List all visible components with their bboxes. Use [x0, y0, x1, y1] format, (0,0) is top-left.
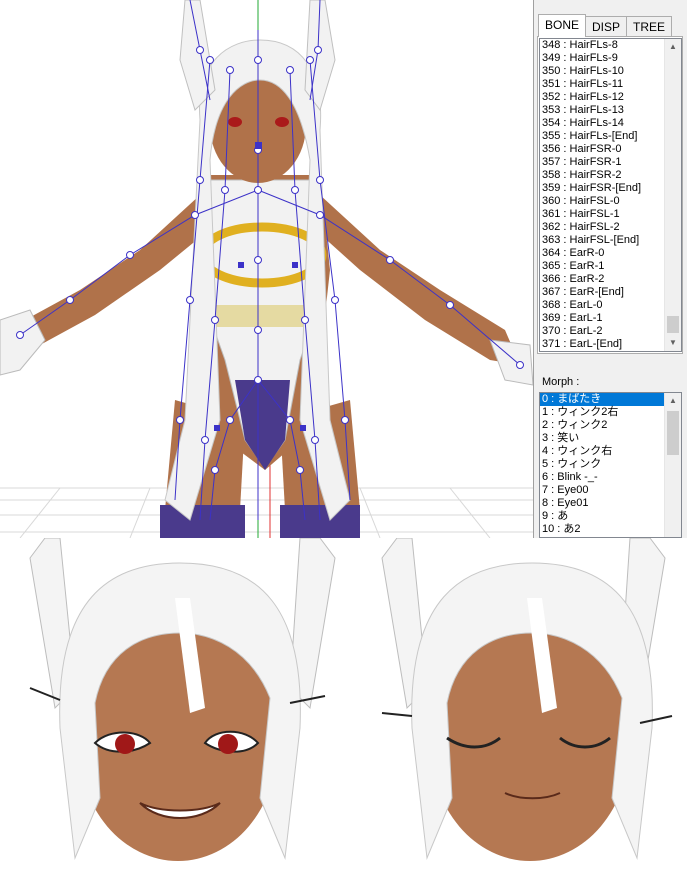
bone-list-item[interactable]: 361 : HairFSL-1 [540, 208, 664, 221]
morph-list-item[interactable]: 5 : ウィンク [540, 458, 664, 471]
tab-bone[interactable]: BONE [538, 14, 587, 37]
bone-list-item[interactable]: 368 : EarL-0 [540, 299, 664, 312]
morph-list-item[interactable]: 3 : 笑い [540, 432, 664, 445]
morph-list-item[interactable]: 4 : ウィンク右 [540, 445, 664, 458]
morph-list-item[interactable]: 7 : Eye00 [540, 484, 664, 497]
bone-list-scrollbar[interactable]: ▲ ▼ [664, 39, 681, 351]
bone-list-item[interactable]: 349 : HairFLs-9 [540, 52, 664, 65]
morph-list[interactable]: 0 : まばたき 1 : ウィンク2右 2 : ウィンク2 3 : 笑い 4 :… [539, 392, 682, 538]
bone-list-item[interactable]: 370 : EarL-2 [540, 325, 664, 338]
bone-list-item[interactable]: 366 : EarR-2 [540, 273, 664, 286]
morph-list-item-selected[interactable]: 0 : まばたき [540, 393, 664, 406]
morph-list-item[interactable]: 1 : ウィンク2右 [540, 406, 664, 419]
bone-list-item[interactable]: 359 : HairFSR-[End] [540, 182, 664, 195]
bone-list-item[interactable]: 353 : HairFLs-13 [540, 104, 664, 117]
morph-list-item[interactable]: 8 : Eye01 [540, 497, 664, 510]
morph-list-scrollbar[interactable]: ▲ [664, 393, 681, 537]
bone-list-item[interactable]: 364 : EarR-0 [540, 247, 664, 260]
bone-list-item[interactable]: 356 : HairFSR-0 [540, 143, 664, 156]
bone-list-item[interactable]: 360 : HairFSL-0 [540, 195, 664, 208]
bone-list-item[interactable]: 355 : HairFLs-[End] [540, 130, 664, 143]
bone-list-item[interactable]: 369 : EarL-1 [540, 312, 664, 325]
bone-list-item[interactable]: 363 : HairFSL-[End] [540, 234, 664, 247]
bone-list-item[interactable]: 354 : HairFLs-14 [540, 117, 664, 130]
bone-list-item[interactable]: 357 : HairFSR-1 [540, 156, 664, 169]
bone-list-item[interactable]: 365 : EarR-1 [540, 260, 664, 273]
scroll-up-arrow-icon[interactable]: ▲ [665, 393, 681, 409]
panel-tabs: BONE DISP TREE [538, 14, 673, 37]
tab-tree[interactable]: TREE [626, 16, 673, 37]
bone-list-items: 348 : HairFLs-8 349 : HairFLs-9 350 : Ha… [540, 39, 664, 351]
model-render [0, 0, 533, 538]
face-preview-open-eyes [29, 537, 336, 861]
bone-list-item[interactable]: 350 : HairFLs-10 [540, 65, 664, 78]
bone-list-item[interactable]: 348 : HairFLs-8 [540, 39, 664, 52]
face-previews [29, 537, 673, 861]
morph-list-item[interactable]: 6 : Blink -_- [540, 471, 664, 484]
morph-list-items: 0 : まばたき 1 : ウィンク2右 2 : ウィンク2 3 : 笑い 4 :… [540, 393, 664, 537]
model-viewport[interactable] [0, 0, 533, 538]
face-preview-closed-eyes [381, 537, 673, 861]
bone-list-item[interactable]: 352 : HairFLs-12 [540, 91, 664, 104]
bone-list-item[interactable]: 351 : HairFLs-11 [540, 78, 664, 91]
bone-list[interactable]: 348 : HairFLs-8 349 : HairFLs-9 350 : Ha… [539, 38, 682, 352]
bone-list-item[interactable]: 367 : EarR-[End] [540, 286, 664, 299]
morph-list-scroll-thumb[interactable] [667, 411, 679, 455]
morph-label: Morph : [542, 376, 580, 388]
tab-disp[interactable]: DISP [585, 16, 628, 37]
face-preview-row [0, 537, 687, 878]
scroll-down-arrow-icon[interactable]: ▼ [665, 335, 681, 351]
floor-grid [0, 487, 533, 538]
bone-list-scroll-thumb[interactable] [667, 316, 679, 333]
bone-list-item[interactable]: 371 : EarL-[End] [540, 338, 664, 351]
morph-list-item[interactable]: 10 : あ2 [540, 523, 664, 536]
morph-list-item[interactable]: 2 : ウィンク2 [540, 419, 664, 432]
bone-list-item[interactable]: 362 : HairFSL-2 [540, 221, 664, 234]
morph-list-item[interactable]: 9 : あ [540, 510, 664, 523]
scroll-up-arrow-icon[interactable]: ▲ [665, 39, 681, 55]
bone-list-item[interactable]: 358 : HairFSR-2 [540, 169, 664, 182]
